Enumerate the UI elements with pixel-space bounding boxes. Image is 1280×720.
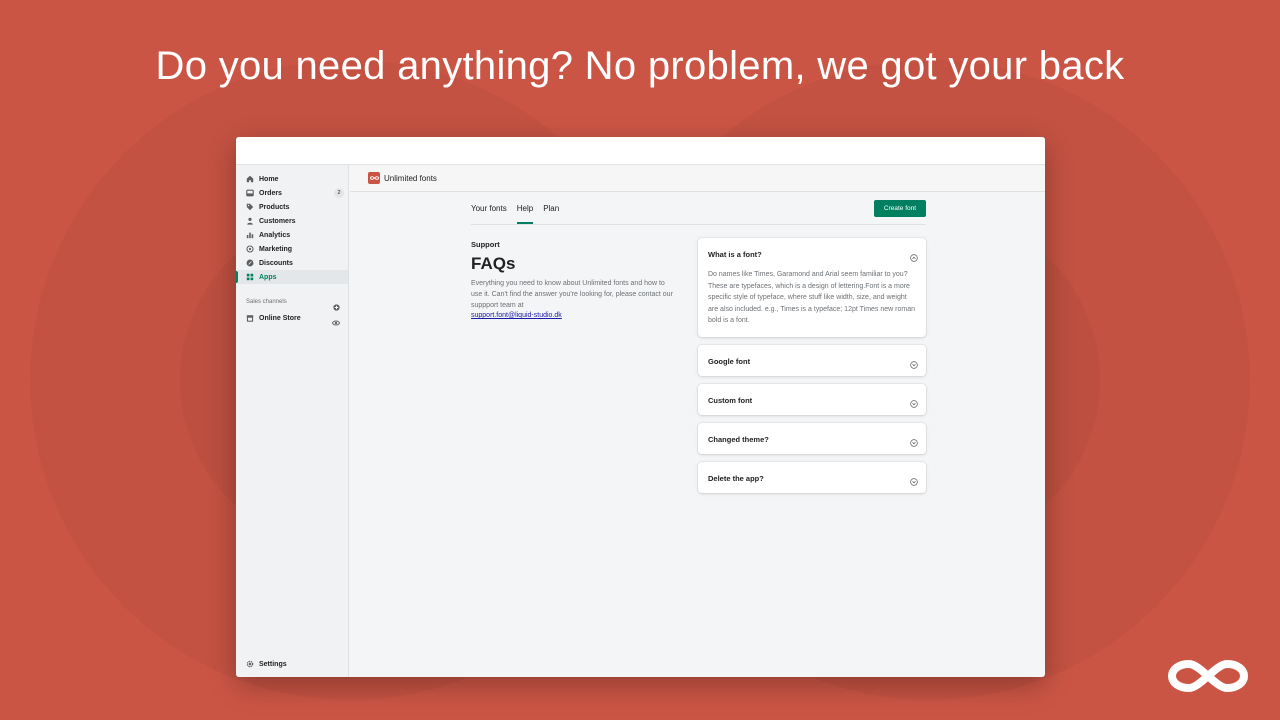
tab-your-fonts[interactable]: Your fonts [471,199,507,224]
tab-bar: Your fonts Help Plan [471,199,569,224]
sidebar-item-label: Orders [259,189,282,197]
sales-channels-label: Sales channels [246,299,287,305]
sidebar-item-customers[interactable]: Customers [236,214,348,228]
sidebar-item-label: Discounts [259,259,293,267]
faq-question: What is a font? [708,250,762,259]
support-email-link[interactable]: support.font@liquid-studio.dk [471,312,562,319]
tag-icon [246,203,254,211]
sidebar-item-label: Apps [259,273,277,281]
discount-icon [246,259,254,267]
infinity-icon [368,172,380,184]
store-icon [246,314,254,322]
sidebar-item-products[interactable]: Products [236,200,348,214]
sidebar: Home Orders 2 Products Customers Analyti… [236,165,349,677]
eye-icon[interactable] [331,314,341,326]
tab-help[interactable]: Help [516,199,534,224]
expand-icon[interactable] [910,434,918,447]
tab-divider [471,224,926,225]
faq-card-what-is-a-font[interactable]: What is a font? Do names like Times, Gar… [698,238,926,337]
sidebar-item-label: Products [259,203,290,211]
sidebar-item-label: Online Store [259,314,301,322]
sidebar-item-label: Settings [259,660,287,668]
top-bar [236,137,1045,165]
faq-question: Delete the app? [708,474,764,483]
sidebar-item-label: Analytics [259,231,291,239]
apps-icon [246,273,254,281]
sidebar-item-home[interactable]: Home [236,172,348,186]
bar-chart-icon [246,231,254,239]
sidebar-item-orders[interactable]: Orders 2 [236,186,348,200]
collapse-icon[interactable] [910,249,918,262]
faq-card-google-font[interactable]: Google font [698,345,926,376]
home-icon [246,175,254,183]
add-channel-icon[interactable] [333,298,340,311]
tab-plan[interactable]: Plan [543,199,559,224]
target-icon [246,245,254,253]
admin-window: Home Orders 2 Products Customers Analyti… [236,137,1045,677]
expand-icon[interactable] [910,356,918,369]
gear-icon [246,660,254,668]
sidebar-item-marketing[interactable]: Marketing [236,242,348,256]
person-icon [246,217,254,225]
orders-icon [246,189,254,197]
sidebar-item-label: Home [259,175,279,183]
faq-question: Changed theme? [708,435,769,444]
sidebar-item-label: Marketing [259,245,293,253]
sidebar-item-analytics[interactable]: Analytics [236,228,348,242]
faq-intro-text: Everything you need to know about Unlimi… [471,280,673,309]
sidebar-item-settings[interactable]: Settings [246,660,287,668]
faq-card-changed-theme[interactable]: Changed theme? [698,423,926,454]
sidebar-item-discounts[interactable]: Discounts [236,256,348,270]
sidebar-item-apps[interactable]: Apps [236,270,348,284]
app-title: Unlimited fonts [384,173,437,183]
infinity-logo-icon [1168,660,1248,692]
expand-icon[interactable] [910,395,918,408]
app-header: Unlimited fonts [350,165,1045,192]
headline: Do you need anything? No problem, we got… [155,44,1125,88]
expand-icon[interactable] [910,473,918,486]
create-font-button[interactable]: Create font [874,200,926,217]
faq-question: Google font [708,357,751,366]
faq-card-delete-the-app[interactable]: Delete the app? [698,462,926,493]
sidebar-item-label: Customers [259,217,296,225]
support-label: Support [471,240,500,249]
page-title: FAQs [471,254,516,273]
faq-card-custom-font[interactable]: Custom font [698,384,926,415]
orders-count-badge: 2 [334,188,344,198]
faq-answer: Do names like Times, Garamond and Arial … [708,271,915,324]
faq-question: Custom font [708,396,753,405]
